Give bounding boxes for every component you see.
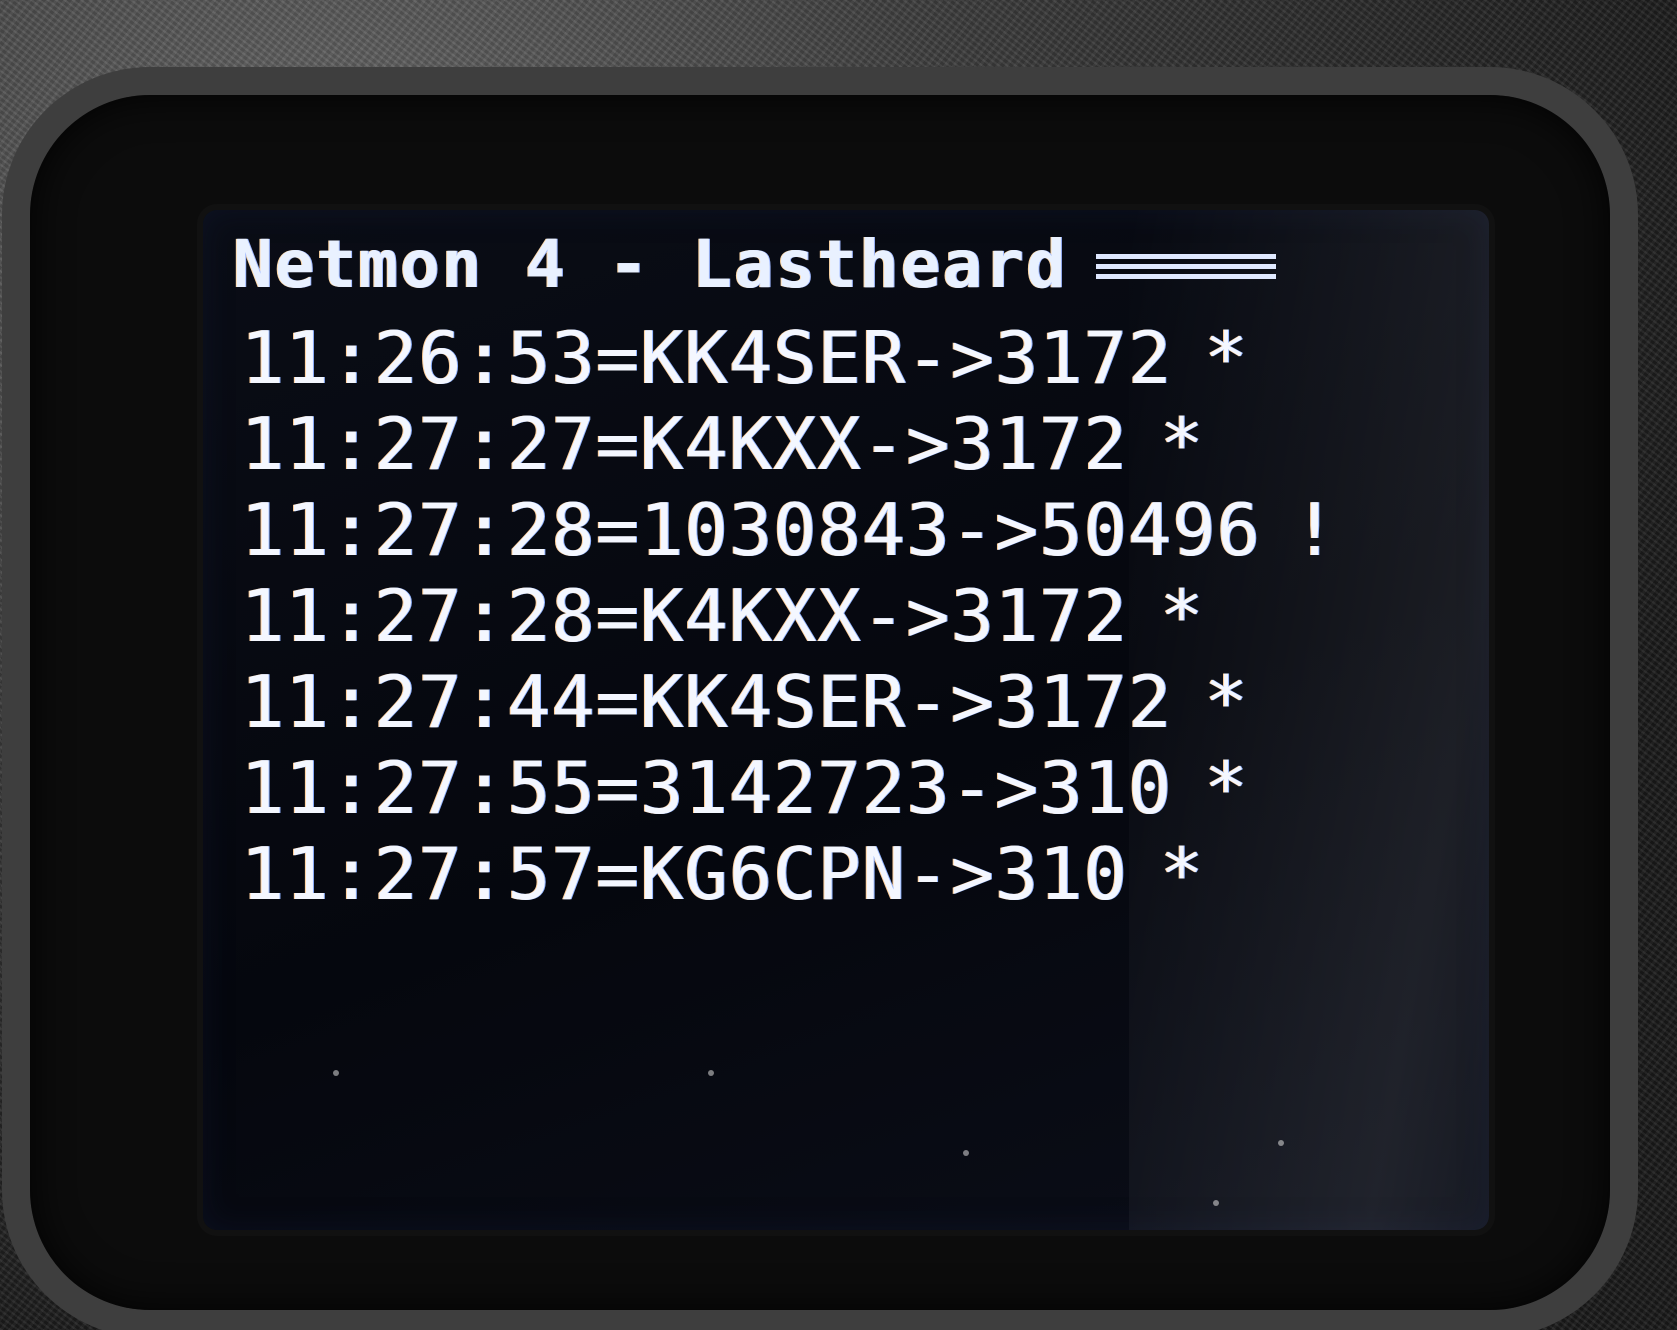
dust-speck: [708, 1070, 714, 1076]
entry-marker: *: [1204, 746, 1249, 830]
dust-speck: [963, 1150, 969, 1156]
lcd-screen: Netmon 4 - Lastheard 11:26:53=KK4SER->31…: [203, 210, 1489, 1230]
lastheard-list: 11:26:53=KK4SER->3172 * 11:27:27=K4KXX->3…: [241, 315, 1337, 917]
lastheard-entry: 11:27:44=KK4SER->3172 *: [241, 659, 1337, 745]
entry-marker: !: [1293, 488, 1338, 572]
lastheard-entry: 11:26:53=KK4SER->3172 *: [241, 315, 1337, 401]
entry-marker: *: [1204, 660, 1249, 744]
entry-text: 11:27:57=KG6CPN->310: [241, 832, 1128, 916]
lastheard-entry: 11:27:28=K4KXX->3172 *: [241, 573, 1337, 659]
lastheard-entry: 11:27:57=KG6CPN->310 *: [241, 831, 1337, 917]
dust-speck: [1213, 1200, 1219, 1206]
dust-speck: [1278, 1140, 1284, 1146]
entry-text: 11:27:27=K4KXX->3172: [241, 402, 1128, 486]
entry-marker: *: [1159, 402, 1205, 486]
entry-text: 11:27:55=3142723->310: [241, 746, 1173, 830]
entry-marker: *: [1159, 574, 1205, 658]
entry-text: 11:27:28=K4KXX->3172: [241, 574, 1128, 658]
entry-marker: *: [1159, 832, 1205, 916]
entry-text: 11:26:53=KK4SER->3172: [241, 316, 1173, 400]
screen-header: Netmon 4 - Lastheard: [233, 232, 1276, 298]
screen-title: Netmon 4 - Lastheard: [233, 226, 1068, 303]
lastheard-entry: 11:27:27=K4KXX->3172 *: [241, 401, 1337, 487]
dust-speck: [333, 1070, 339, 1076]
lastheard-entry: 11:27:28=1030843->50496!: [241, 487, 1337, 573]
entry-text: 11:27:44=KK4SER->3172: [241, 660, 1173, 744]
header-rule-decoration: [1095, 253, 1276, 284]
lastheard-entry: 11:27:55=3142723->310 *: [241, 745, 1337, 831]
entry-text: 11:27:28=1030843->50496: [241, 488, 1261, 572]
entry-marker: *: [1204, 316, 1249, 400]
